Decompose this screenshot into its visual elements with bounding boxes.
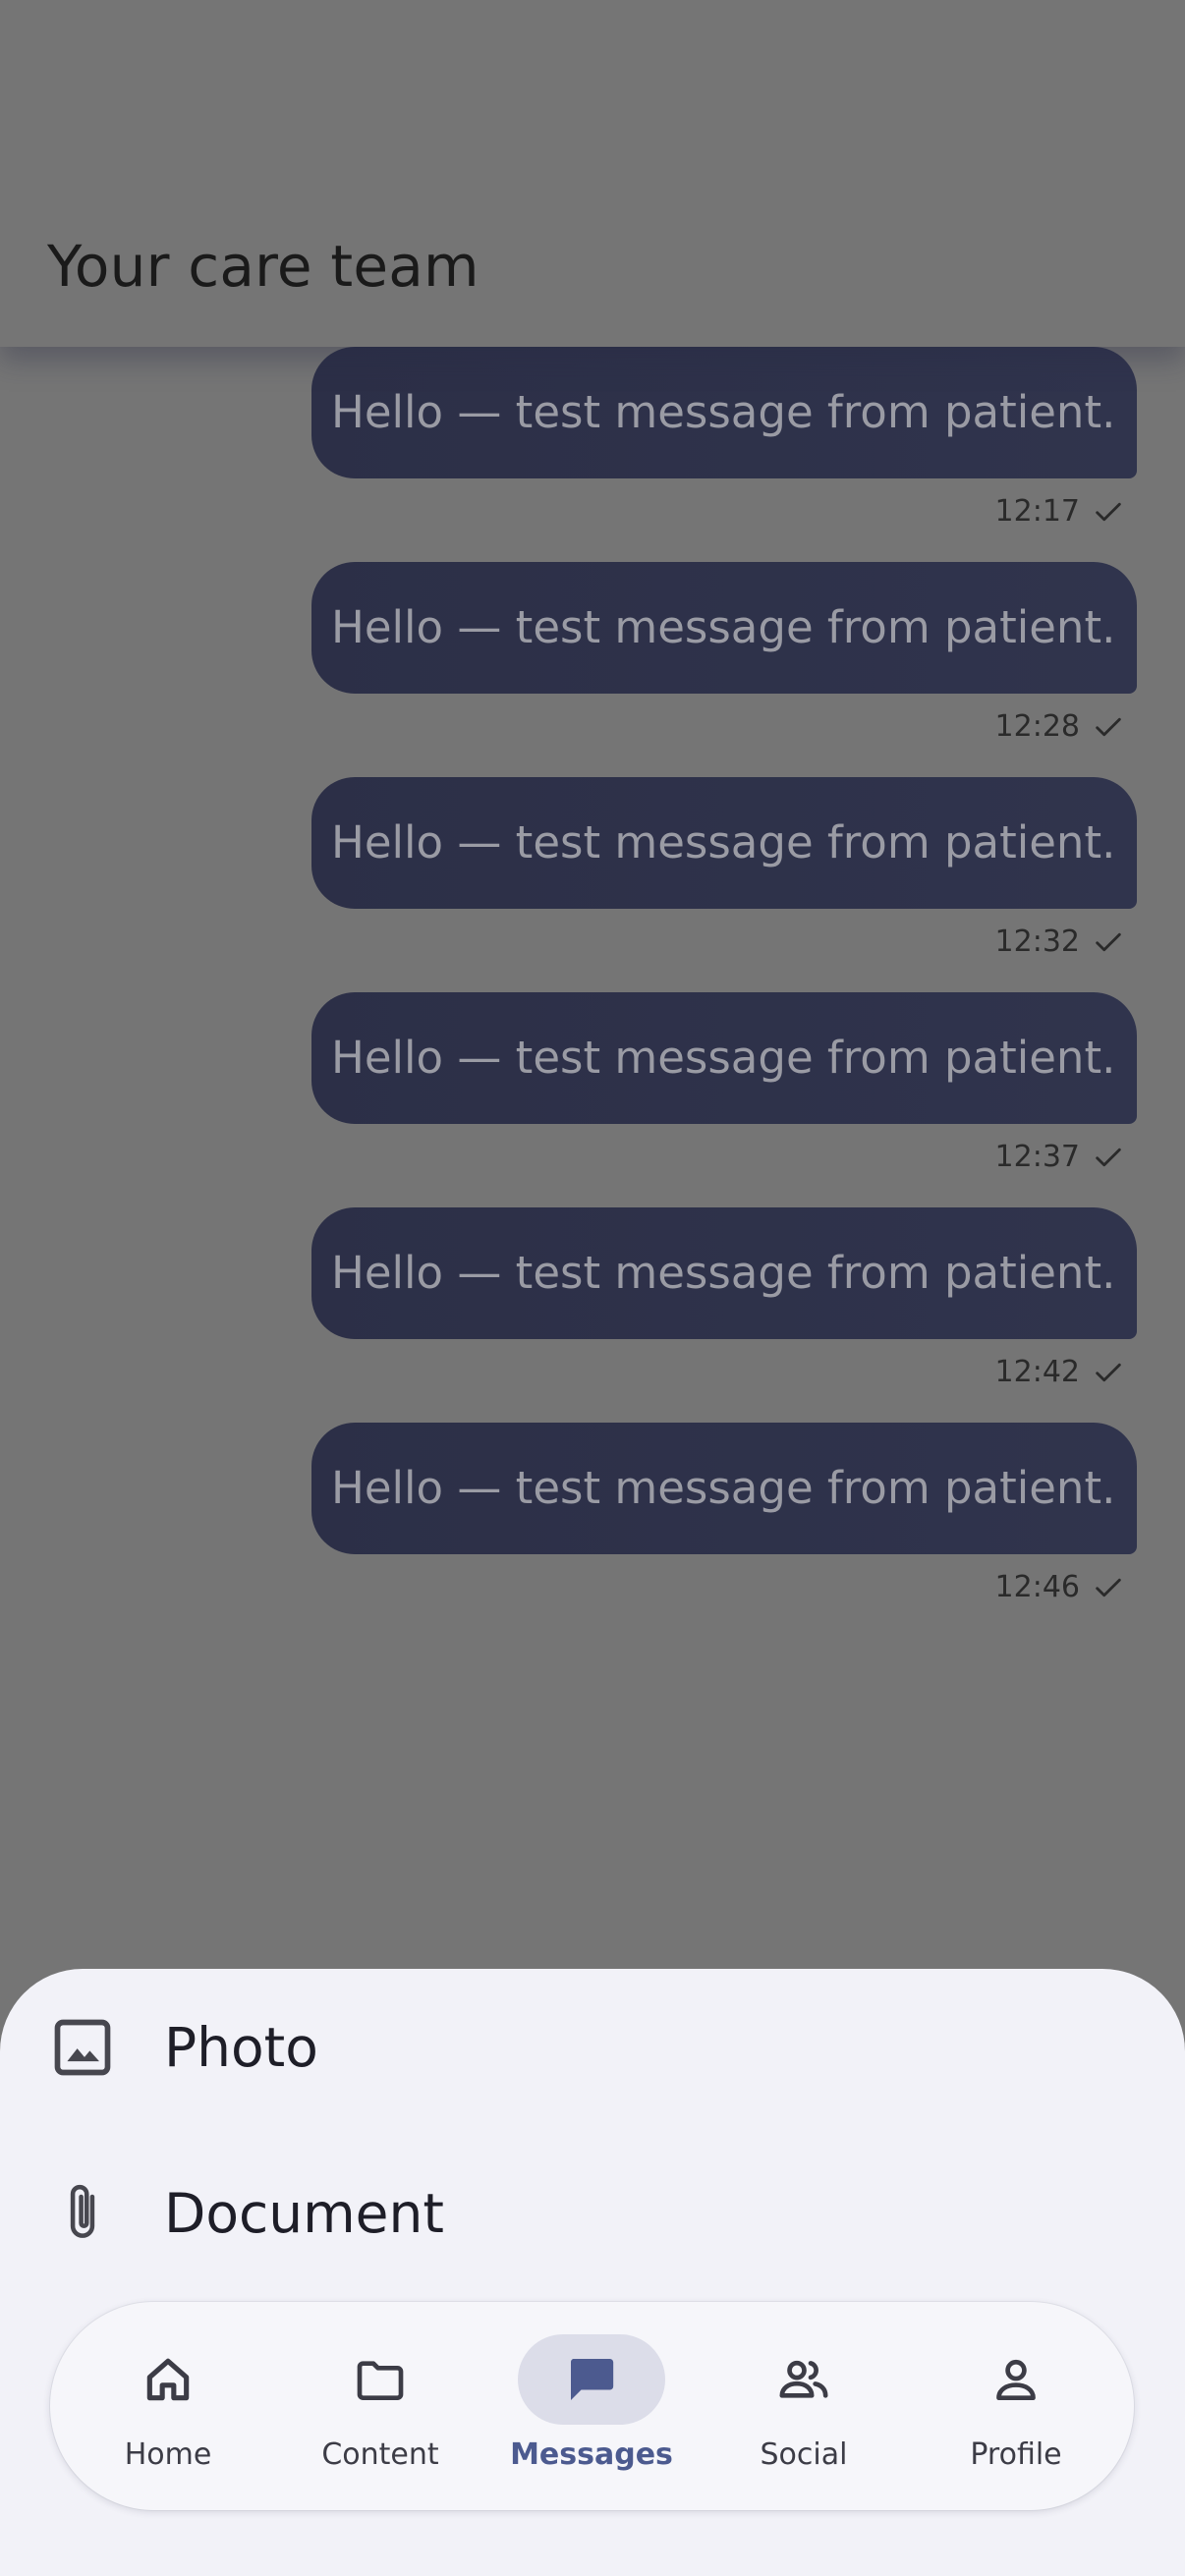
check-icon bbox=[1096, 502, 1121, 522]
message-item[interactable]: Hello — test message from patient. 12:37 bbox=[311, 992, 1137, 1174]
nav-label: Social bbox=[760, 2437, 848, 2472]
message-meta: 12:37 bbox=[995, 1136, 1125, 1179]
message-time: 12:32 bbox=[994, 924, 1080, 959]
message-meta: 12:17 bbox=[995, 490, 1125, 533]
bottom-navigation: Home Content Messages Social Profile bbox=[50, 2302, 1134, 2510]
message-item[interactable]: Hello — test message from patient. 12:46 bbox=[311, 1423, 1137, 1604]
folder-icon bbox=[357, 2361, 404, 2400]
message-time: 12:17 bbox=[994, 494, 1080, 529]
message-item[interactable]: Hello — test message from patient. 12:17 bbox=[311, 347, 1137, 529]
check-icon bbox=[1096, 1578, 1121, 1597]
nav-label: Content bbox=[321, 2437, 439, 2472]
message-list[interactable]: Hello — test message from patient. 12:17… bbox=[0, 347, 1185, 1968]
message-meta: 12:32 bbox=[995, 921, 1125, 964]
message-item[interactable]: Hello — test message from patient. 12:32 bbox=[311, 777, 1137, 959]
message-bubble[interactable]: Hello — test message from patient. bbox=[311, 347, 1137, 478]
people-icon bbox=[779, 2360, 828, 2398]
attach-option-label: Photo bbox=[164, 2016, 318, 2079]
nav-item-profile[interactable]: Profile bbox=[918, 2302, 1114, 2510]
attach-document-option[interactable]: Document bbox=[0, 2135, 1185, 2292]
chat-header: Your care team bbox=[0, 0, 1185, 347]
message-meta: 12:28 bbox=[995, 705, 1125, 749]
message-bubble[interactable]: Hello — test message from patient. bbox=[311, 562, 1137, 694]
attach-option-label: Document bbox=[164, 2182, 444, 2245]
nav-item-content[interactable]: Content bbox=[282, 2302, 479, 2510]
nav-item-messages[interactable]: Messages bbox=[493, 2302, 690, 2510]
message-time: 12:37 bbox=[994, 1140, 1080, 1174]
message-meta: 12:42 bbox=[995, 1351, 1125, 1394]
nav-label: Profile bbox=[970, 2437, 1062, 2472]
paperclip-icon bbox=[70, 2184, 95, 2238]
page-title: Your care team bbox=[47, 233, 480, 300]
message-bubble[interactable]: Hello — test message from patient. bbox=[311, 777, 1137, 909]
message-time: 12:28 bbox=[994, 709, 1080, 744]
message-item[interactable]: Hello — test message from patient. 12:42 bbox=[311, 1207, 1137, 1389]
image-icon bbox=[54, 2019, 111, 2076]
nav-label: Home bbox=[124, 2437, 212, 2472]
message-bubble[interactable]: Hello — test message from patient. bbox=[311, 1423, 1137, 1554]
nav-item-home[interactable]: Home bbox=[70, 2302, 266, 2510]
message-time: 12:42 bbox=[994, 1355, 1080, 1389]
nav-item-social[interactable]: Social bbox=[705, 2302, 902, 2510]
check-icon bbox=[1096, 1148, 1121, 1167]
message-time: 12:46 bbox=[994, 1570, 1080, 1604]
person-icon bbox=[996, 2359, 1036, 2400]
message-bubble[interactable]: Hello — test message from patient. bbox=[311, 992, 1137, 1124]
nav-label: Messages bbox=[510, 2437, 673, 2472]
message-meta: 12:46 bbox=[995, 1566, 1125, 1609]
chat-bubble-icon bbox=[570, 2359, 614, 2400]
check-icon bbox=[1096, 1363, 1121, 1382]
home-icon bbox=[146, 2358, 190, 2401]
check-icon bbox=[1096, 932, 1121, 952]
message-bubble[interactable]: Hello — test message from patient. bbox=[311, 1207, 1137, 1339]
check-icon bbox=[1096, 717, 1121, 737]
message-item[interactable]: Hello — test message from patient. 12:28 bbox=[311, 562, 1137, 744]
chat-screen: Your care team Hello — test message from… bbox=[0, 0, 1185, 2576]
attach-photo-option[interactable]: Photo bbox=[0, 1969, 1185, 2126]
